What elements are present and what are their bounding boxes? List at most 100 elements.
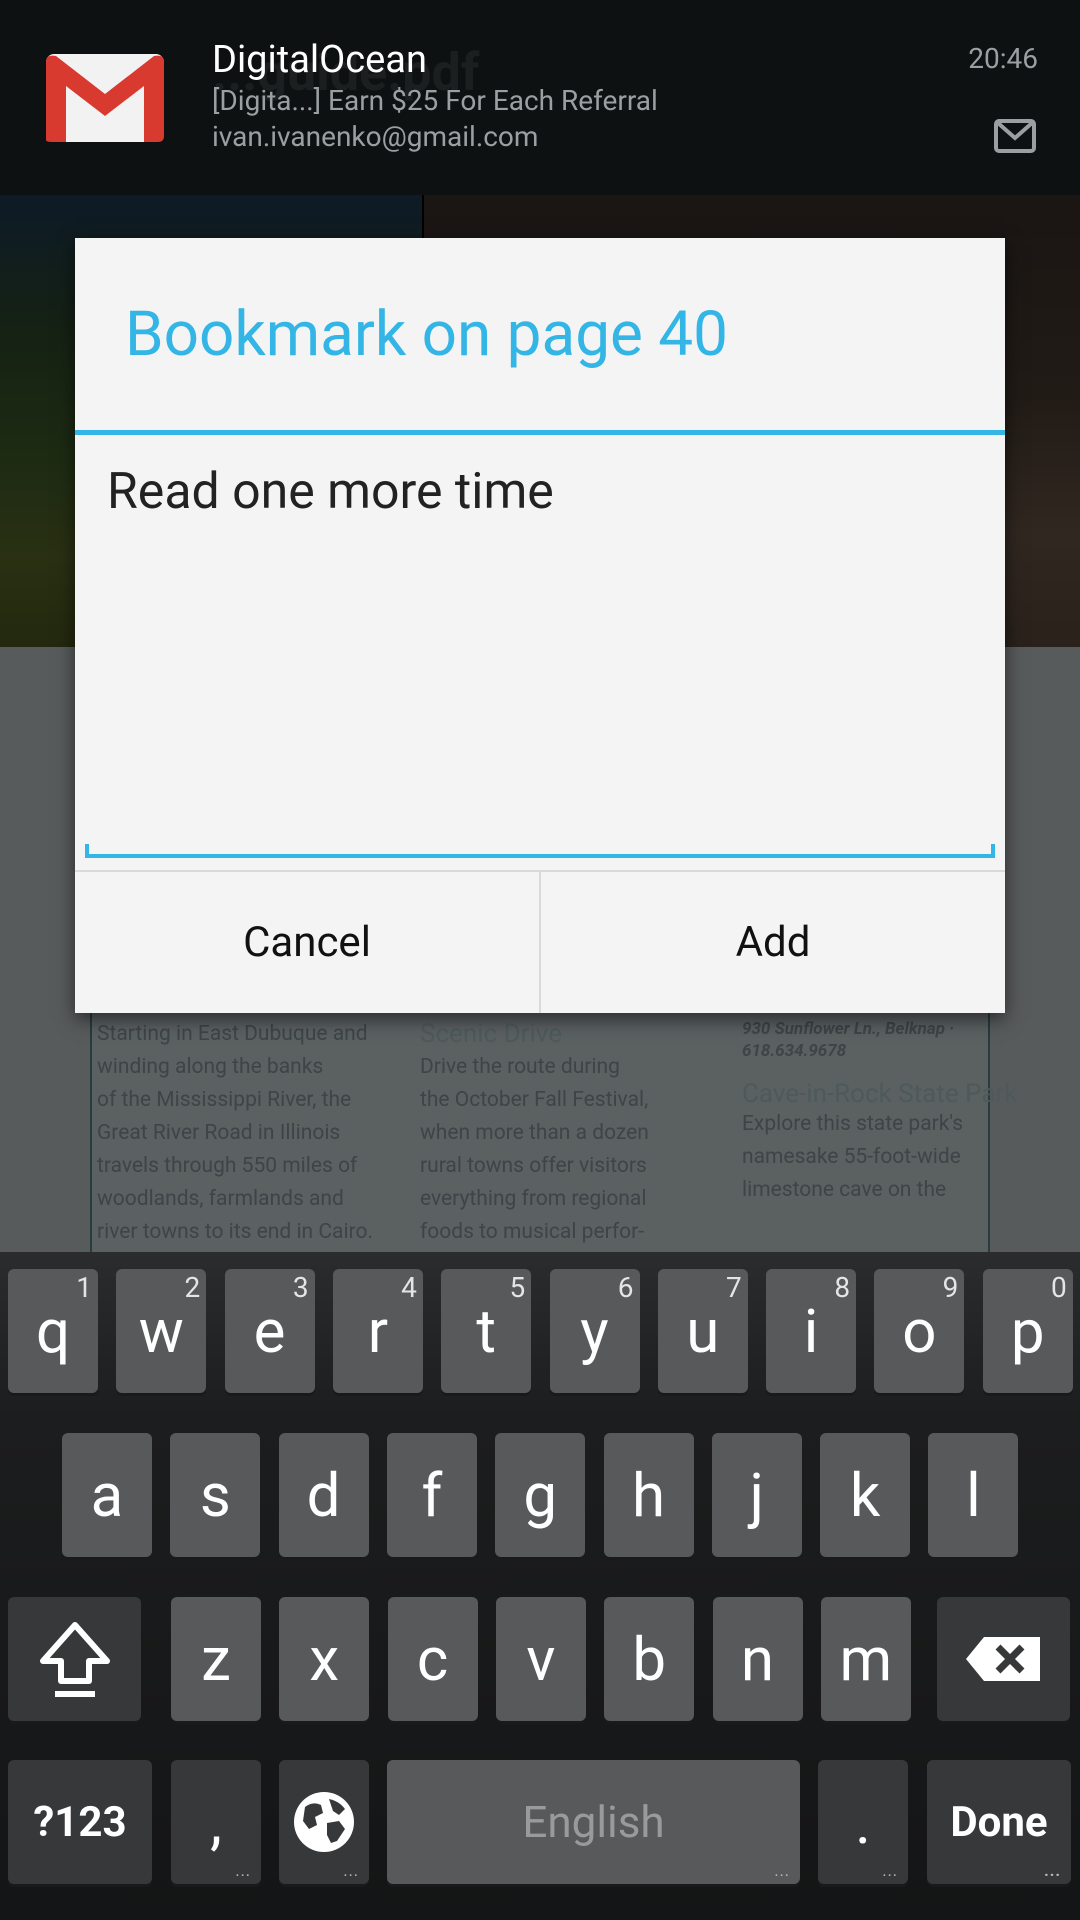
article-text-line: Drive the route during [420, 1055, 620, 1079]
key-v[interactable]: v [495, 1597, 586, 1721]
period-key[interactable]: . ... [818, 1760, 908, 1884]
backspace-key[interactable] [937, 1597, 1070, 1721]
article-text-line: namesake 55-foot-wide [742, 1145, 961, 1169]
bookmark-dialog: Bookmark on page 40 Cancel Add [75, 238, 1005, 1013]
article-text-line: Explore this state park's [742, 1112, 964, 1136]
key-label: r [367, 1295, 389, 1367]
more-dots: ... [1044, 1861, 1061, 1880]
key-a[interactable]: a [62, 1433, 152, 1557]
key-label: t [476, 1295, 496, 1367]
article-column-3: 930 Sunflower Ln., Belknap · 618.634.967… [742, 1018, 1032, 1207]
notification-sender: DigitalOcean [212, 38, 427, 82]
article-column-1: Starting in East Dubuque and winding alon… [97, 1018, 387, 1249]
key-k[interactable]: k [820, 1433, 911, 1557]
globe-icon [294, 1792, 354, 1852]
notification-time: 20:46 [968, 42, 1038, 75]
key-label: c [416, 1623, 449, 1695]
symbols-key[interactable]: ?123 [8, 1760, 152, 1884]
key-h[interactable]: h [603, 1433, 694, 1557]
key-w[interactable]: w2 [116, 1269, 207, 1393]
key-q[interactable]: q1 [8, 1269, 98, 1393]
key-label: j [749, 1459, 764, 1531]
language-key[interactable]: ... [279, 1760, 369, 1884]
key-label: g [523, 1459, 558, 1531]
key-n[interactable]: n [712, 1597, 803, 1721]
email-notification[interactable]: ...guide.pdf DigitalOcean [Digita...] Ea… [0, 0, 1080, 195]
key-label: k [849, 1459, 881, 1531]
article-text-line: woodlands, farmlands and [97, 1187, 344, 1211]
key-number-hint: 6 [617, 1271, 634, 1304]
gmail-small-icon [994, 119, 1036, 153]
key-g[interactable]: g [495, 1433, 586, 1557]
key-l[interactable]: l [928, 1433, 1019, 1557]
key-e[interactable]: e3 [224, 1269, 315, 1393]
key-label: z [201, 1623, 231, 1695]
key-p[interactable]: p0 [982, 1269, 1073, 1393]
backspace-icon [965, 1637, 1040, 1681]
key-u[interactable]: u7 [657, 1269, 748, 1393]
period-key-label: . [855, 1786, 871, 1858]
dialog-title: Bookmark on page 40 [125, 298, 728, 371]
key-label: m [839, 1623, 893, 1695]
key-label: d [306, 1459, 341, 1531]
key-o[interactable]: o9 [874, 1269, 965, 1393]
comma-key-label: , [210, 1786, 222, 1858]
input-underline [85, 844, 995, 858]
key-label: n [740, 1623, 775, 1695]
more-dots: ... [774, 1861, 790, 1880]
key-label: a [90, 1459, 124, 1531]
key-number-hint: 7 [726, 1271, 742, 1304]
done-key-label: Done [950, 1797, 1048, 1847]
column-heading: Cave-in-Rock State Park [742, 1079, 1018, 1109]
article-text-line: winding along the banks [97, 1055, 324, 1079]
key-b[interactable]: b [604, 1597, 695, 1721]
key-number-hint: 8 [834, 1271, 851, 1304]
space-key[interactable]: English ... [387, 1760, 800, 1884]
article-text-line: travels through 550 miles of [97, 1154, 358, 1178]
key-m[interactable]: m [820, 1597, 911, 1721]
shift-arrow-icon [39, 1622, 110, 1697]
cancel-button[interactable]: Cancel [75, 872, 539, 1013]
key-label: u [686, 1295, 720, 1367]
key-label: s [199, 1459, 231, 1531]
key-s[interactable]: s [170, 1433, 261, 1557]
key-x[interactable]: x [279, 1597, 370, 1721]
article-text-line: foods to musical perfor- [420, 1220, 645, 1244]
article-text-line: river towns to its end in Cairo. [97, 1220, 373, 1244]
bookmark-note-input[interactable] [85, 453, 991, 858]
gmail-icon [46, 54, 164, 142]
key-c[interactable]: c [387, 1597, 478, 1721]
key-number-hint: 2 [184, 1271, 201, 1304]
key-label: e [253, 1295, 286, 1367]
add-button[interactable]: Add [541, 872, 1005, 1013]
title-divider [75, 430, 1005, 435]
key-label: b [632, 1623, 667, 1695]
soft-keyboard: ?123 , ... ... English ... . ... Done ..… [0, 1252, 1080, 1920]
key-j[interactable]: j [711, 1433, 802, 1557]
key-label: p [1010, 1295, 1045, 1367]
article-text-line: everything from regional [420, 1187, 647, 1211]
key-number-hint: 5 [509, 1271, 526, 1304]
key-r[interactable]: r4 [332, 1269, 423, 1393]
comma-key[interactable]: , ... [171, 1760, 261, 1884]
done-key[interactable]: Done ... [927, 1760, 1071, 1884]
article-column-2: Scenic Drive Drive the route during the O… [420, 1018, 710, 1249]
key-t[interactable]: t5 [441, 1269, 532, 1393]
key-number-hint: 9 [942, 1271, 959, 1304]
key-label: w [138, 1295, 184, 1367]
key-number-hint: 4 [401, 1271, 417, 1304]
key-label: h [631, 1459, 666, 1531]
key-label: i [803, 1295, 819, 1367]
key-z[interactable]: z [171, 1597, 261, 1721]
article-text-line: when more than a dozen [420, 1121, 649, 1145]
shift-key[interactable] [8, 1597, 141, 1721]
space-key-label: English [522, 1796, 665, 1848]
key-label: q [35, 1295, 71, 1367]
key-label: f [421, 1459, 443, 1531]
key-f[interactable]: f [386, 1433, 477, 1557]
key-y[interactable]: y6 [549, 1269, 640, 1393]
key-label: l [966, 1459, 981, 1531]
key-i[interactable]: i8 [766, 1269, 857, 1393]
key-d[interactable]: d [278, 1433, 369, 1557]
notification-subject: [Digita...] Earn $25 For Each Referral [212, 84, 658, 117]
